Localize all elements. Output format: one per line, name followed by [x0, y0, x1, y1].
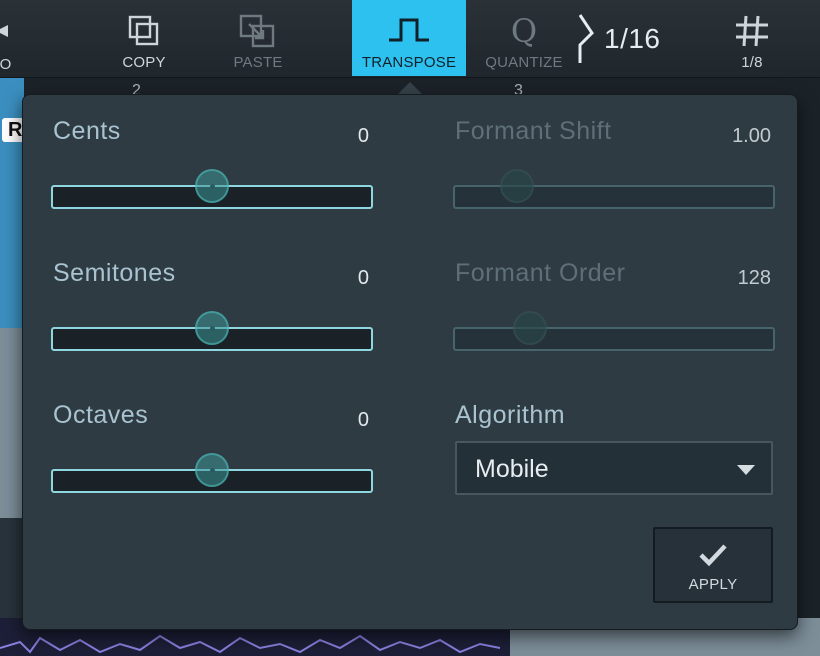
formant-order-value: 128 [737, 267, 771, 289]
apply-label: APPLY [688, 576, 738, 593]
paste-icon [239, 14, 277, 48]
bracket-icon [578, 14, 594, 63]
copy-button[interactable]: COPY [108, 0, 180, 76]
formant-shift-value: 1.00 [732, 125, 771, 147]
formant-order-slider-track [453, 327, 775, 351]
chevron-down-icon [737, 465, 755, 475]
undo-label: DO [0, 56, 12, 73]
transpose-label: TRANSPOSE [361, 54, 457, 71]
checkmark-icon [698, 543, 728, 572]
track-strip [0, 78, 24, 656]
transpose-popover: Cents 0 Semitones 0 Octaves 0 Formant Sh… [22, 94, 798, 630]
algorithm-dropdown[interactable]: Mobile [455, 441, 773, 495]
semitones-slider-thumb[interactable] [195, 311, 229, 345]
track-region-blue [0, 78, 24, 328]
toolbar: DO COPY PASTE TRANSPOSE [0, 0, 820, 78]
formant-order-label: Formant Order [455, 259, 626, 287]
cents-label: Cents [53, 117, 121, 145]
paste-label: PASTE [233, 54, 283, 71]
semitones-value: 0 [357, 267, 369, 289]
octaves-label: Octaves [53, 401, 149, 429]
cents-slider-thumb[interactable] [195, 169, 229, 203]
snap-label: 1/8 [741, 54, 763, 71]
transpose-button[interactable]: TRANSPOSE [352, 0, 466, 76]
algorithm-label: Algorithm [455, 401, 566, 429]
snap-grid-button[interactable]: 1/8 [714, 0, 790, 76]
semitones-label: Semitones [53, 259, 176, 287]
quantize-icon-glyph: Q [510, 12, 538, 50]
paste-button[interactable]: PASTE [222, 0, 294, 76]
undo-button[interactable]: DO [0, 0, 24, 76]
grid-icon [734, 14, 770, 48]
quantize-icon: Q [510, 12, 538, 50]
grid-value-selector[interactable]: 1/16 [576, 14, 661, 64]
octaves-value: 0 [357, 409, 369, 431]
copy-icon [127, 14, 161, 48]
track-region-grey [0, 328, 24, 518]
cents-value: 0 [357, 125, 369, 147]
algorithm-selected-value: Mobile [475, 455, 549, 483]
apply-button[interactable]: APPLY [653, 527, 773, 603]
grid-value-text: 1/16 [604, 23, 661, 54]
formant-shift-label: Formant Shift [455, 117, 612, 145]
quantize-label: QUANTIZE [485, 54, 563, 71]
quantize-button[interactable]: Q QUANTIZE [482, 0, 566, 76]
transpose-icon [387, 14, 431, 48]
octaves-slider-thumb[interactable] [195, 453, 229, 487]
copy-label: COPY [122, 54, 166, 71]
undo-icon [0, 14, 10, 48]
